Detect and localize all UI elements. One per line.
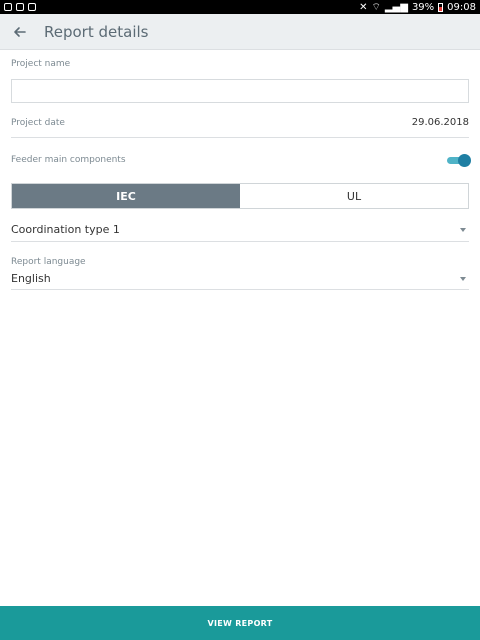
battery-percent: 39% bbox=[411, 1, 435, 13]
report-language-select[interactable]: English bbox=[11, 268, 469, 290]
mute-icon: ✕ bbox=[359, 1, 368, 13]
report-language-label: Report language bbox=[11, 257, 86, 267]
signal-icon: ▂▄▆ bbox=[384, 1, 408, 13]
battery-icon bbox=[438, 2, 444, 12]
notification-icon bbox=[28, 3, 36, 11]
standard-segmented-control: IEC UL bbox=[11, 183, 469, 209]
project-name-label: Project name bbox=[11, 59, 71, 69]
coordination-type-value: Coordination type 1 bbox=[11, 223, 120, 236]
feeder-main-components-row: Feeder main components bbox=[11, 150, 471, 170]
toggle-thumb bbox=[458, 154, 471, 167]
report-language-value: English bbox=[11, 272, 51, 285]
chevron-down-icon bbox=[460, 227, 466, 232]
segment-iec[interactable]: IEC bbox=[12, 184, 240, 208]
project-name-input[interactable] bbox=[11, 79, 469, 103]
chevron-down-icon bbox=[460, 276, 466, 281]
arrow-left-icon bbox=[14, 26, 26, 37]
project-date-value[interactable]: 29.06.2018 bbox=[412, 117, 469, 128]
project-date-row[interactable]: Project date 29.06.2018 bbox=[11, 114, 469, 138]
view-report-button[interactable]: VIEW REPORT bbox=[0, 606, 480, 640]
status-system: ✕ ⌔ ▂▄▆ 39% 09:08 bbox=[359, 1, 476, 14]
feeder-main-components-label: Feeder main components bbox=[11, 155, 126, 165]
segment-ul[interactable]: UL bbox=[240, 184, 468, 208]
status-bar: ✕ ⌔ ▂▄▆ 39% 09:08 bbox=[0, 0, 480, 14]
coordination-type-select[interactable]: Coordination type 1 bbox=[11, 218, 469, 242]
feeder-main-components-toggle[interactable] bbox=[447, 154, 471, 167]
wifi-icon: ⌔ bbox=[371, 1, 381, 13]
notification-icon bbox=[4, 3, 12, 11]
notification-icon bbox=[16, 3, 24, 11]
project-date-label: Project date bbox=[11, 117, 65, 128]
page-title: Report details bbox=[44, 22, 149, 41]
back-button[interactable] bbox=[0, 14, 40, 50]
clock: 09:08 bbox=[447, 1, 476, 13]
app-bar: Report details bbox=[0, 14, 480, 50]
status-notifications bbox=[4, 3, 36, 11]
